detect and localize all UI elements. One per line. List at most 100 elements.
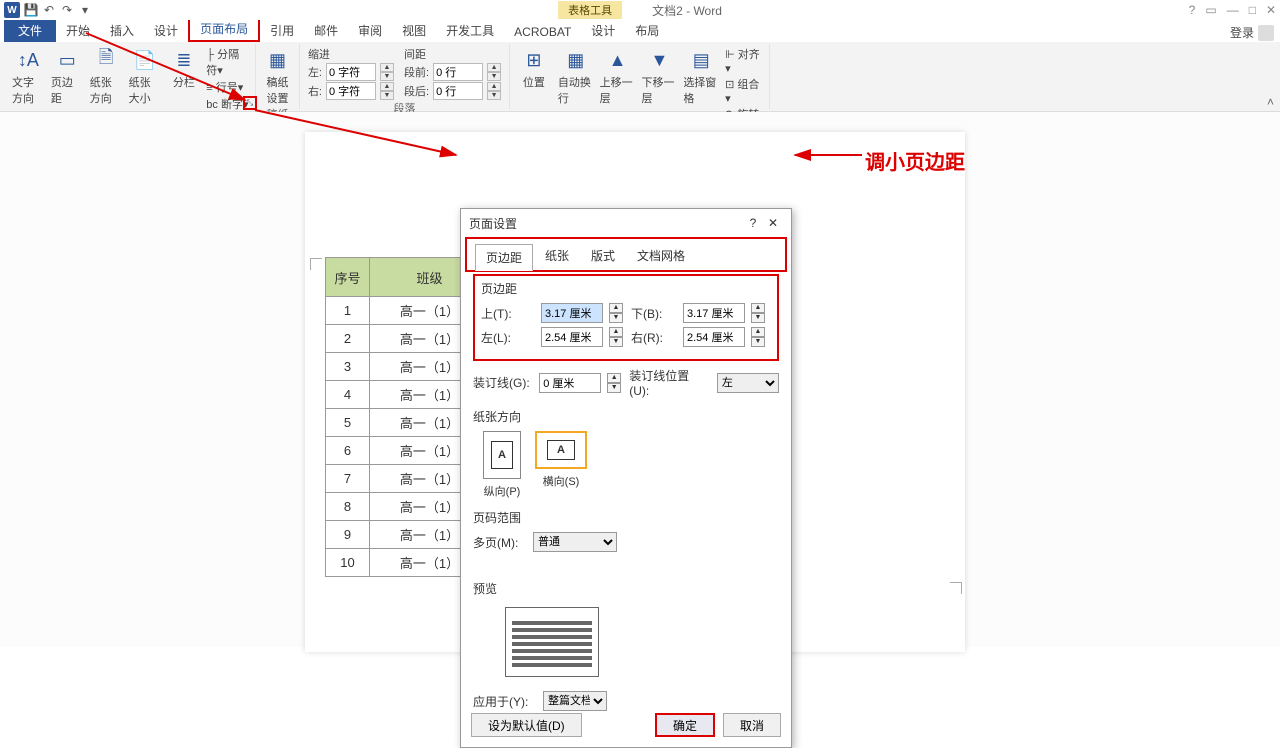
dialog-title: 页面设置: [469, 215, 517, 232]
spin-up-icon[interactable]: ▲: [487, 63, 501, 72]
minimize-icon[interactable]: —: [1227, 3, 1239, 17]
margin-left-label: 左(L):: [481, 329, 533, 346]
cell-seq: 8: [326, 493, 370, 521]
pages-select[interactable]: 普通: [533, 532, 617, 552]
qat-dropdown-icon[interactable]: ▾: [78, 3, 92, 17]
align-button[interactable]: ⊩ 对齐▾: [725, 46, 763, 75]
maximize-icon[interactable]: □: [1249, 3, 1256, 17]
spin-down-icon[interactable]: ▼: [487, 91, 501, 100]
annotation-text: 调小页边距: [865, 146, 965, 175]
breaks-button[interactable]: ├ 分隔符▾: [206, 46, 249, 78]
spin-down-icon[interactable]: ▼: [609, 337, 623, 347]
spin-down-icon[interactable]: ▼: [607, 383, 621, 393]
margins-section-title: 页边距: [481, 280, 771, 297]
spin-up-icon[interactable]: ▲: [487, 82, 501, 91]
text-direction-button[interactable]: ↕A文字方向: [12, 46, 45, 112]
orientation-portrait[interactable]: A 纵向(P): [483, 431, 521, 499]
spin-down-icon[interactable]: ▼: [609, 313, 623, 323]
cell-seq: 5: [326, 409, 370, 437]
login-area[interactable]: 登录: [1230, 24, 1274, 41]
collapse-ribbon-icon[interactable]: ˄: [1267, 95, 1274, 109]
help-icon[interactable]: ?: [1189, 3, 1196, 17]
cancel-button[interactable]: 取消: [723, 713, 781, 737]
spin-up-icon[interactable]: ▲: [380, 63, 394, 72]
indent-left-input[interactable]: [326, 63, 376, 81]
margin-left-input[interactable]: [541, 327, 603, 347]
contextual-tab-label: 表格工具: [558, 1, 622, 19]
tab-design[interactable]: 设计: [144, 19, 188, 42]
orientation-button[interactable]: 🗎纸张方向: [90, 46, 123, 112]
quick-access-toolbar: W 💾 ↶ ↷ ▾: [0, 2, 92, 18]
margin-right-input[interactable]: [683, 327, 745, 347]
margin-bottom-input[interactable]: [683, 303, 745, 323]
spin-down-icon[interactable]: ▼: [751, 337, 765, 347]
tab-table-design[interactable]: 设计: [581, 19, 625, 42]
tab-start[interactable]: 开始: [56, 19, 100, 42]
line-numbers-button[interactable]: ≡ 行号▾: [206, 79, 249, 95]
document-area: 序号班级治地理历史体育 1高一（1）2高一（1）3高一（1）4高一（1）5高一（…: [0, 112, 1280, 647]
orientation-title: 纸张方向: [473, 408, 779, 425]
crop-mark-icon: [310, 258, 322, 270]
margins-button[interactable]: ▭页边距: [51, 46, 84, 112]
ribbon-display-icon[interactable]: ▭: [1205, 3, 1216, 17]
spin-up-icon[interactable]: ▲: [751, 303, 765, 313]
columns-button[interactable]: ≣分栏: [167, 46, 200, 112]
undo-icon[interactable]: ↶: [42, 3, 56, 17]
word-icon: W: [4, 2, 20, 18]
tab-view[interactable]: 视图: [392, 19, 436, 42]
cell-seq: 7: [326, 465, 370, 493]
dialog-tab-grid[interactable]: 文档网格: [627, 243, 695, 270]
tab-file[interactable]: 文件: [4, 19, 56, 42]
tab-references[interactable]: 引用: [260, 19, 304, 42]
manuscript-button[interactable]: ▦稿纸 设置: [259, 46, 297, 106]
space-before-input[interactable]: [433, 63, 483, 81]
ok-button[interactable]: 确定: [655, 713, 715, 737]
space-after-input[interactable]: [433, 82, 483, 100]
tab-table-layout[interactable]: 布局: [625, 19, 669, 42]
margins-section: 页边距 上(T): ▲▼ 下(B): ▲▼ 左(L): ▲▼ 右(R): ▲▼: [473, 274, 779, 361]
login-label: 登录: [1230, 24, 1254, 41]
crop-mark-icon: [950, 582, 962, 594]
indent-right-input[interactable]: [326, 82, 376, 100]
group-button[interactable]: ⊡ 组合▾: [725, 76, 763, 105]
spin-up-icon[interactable]: ▲: [609, 303, 623, 313]
dialog-close-icon[interactable]: ✕: [763, 216, 783, 230]
gutter-pos-select[interactable]: 左: [717, 373, 779, 393]
tab-acrobat[interactable]: ACROBAT: [504, 22, 581, 42]
cell-seq: 6: [326, 437, 370, 465]
save-icon[interactable]: 💾: [24, 3, 38, 17]
window-controls: ? ▭ — □ ✕: [1189, 3, 1276, 17]
set-default-button[interactable]: 设为默认值(D): [471, 713, 582, 737]
spin-down-icon[interactable]: ▼: [751, 313, 765, 323]
dialog-tab-paper[interactable]: 纸张: [535, 243, 579, 270]
tab-developer[interactable]: 开发工具: [436, 19, 504, 42]
spin-up-icon[interactable]: ▲: [751, 327, 765, 337]
tab-insert[interactable]: 插入: [100, 19, 144, 42]
spin-down-icon[interactable]: ▼: [380, 72, 394, 81]
size-button[interactable]: 📄纸张大小: [129, 46, 162, 112]
avatar-icon: [1258, 25, 1274, 41]
spin-up-icon[interactable]: ▲: [380, 82, 394, 91]
margin-top-input[interactable]: [541, 303, 603, 323]
spin-up-icon[interactable]: ▲: [609, 327, 623, 337]
spin-down-icon[interactable]: ▼: [380, 91, 394, 100]
cell-seq: 9: [326, 521, 370, 549]
gutter-input[interactable]: [539, 373, 601, 393]
tab-review[interactable]: 审阅: [348, 19, 392, 42]
cell-seq: 1: [326, 297, 370, 325]
ribbon-tabs: 文件 开始 插入 设计 页面布局 引用 邮件 审阅 视图 开发工具 ACROBA…: [0, 20, 1280, 42]
ribbon-body: ↕A文字方向 ▭页边距 🗎纸张方向 📄纸张大小 ≣分栏 ├ 分隔符▾ ≡ 行号▾…: [0, 42, 1280, 112]
table-header: 序号: [326, 258, 370, 297]
dialog-tab-margins[interactable]: 页边距: [475, 244, 533, 271]
dialog-tab-layout[interactable]: 版式: [581, 243, 625, 270]
tab-mailings[interactable]: 邮件: [304, 19, 348, 42]
redo-icon[interactable]: ↷: [60, 3, 74, 17]
orientation-landscape[interactable]: A 横向(S): [535, 431, 587, 499]
close-icon[interactable]: ✕: [1266, 3, 1276, 17]
pages-label: 多页(M):: [473, 534, 525, 551]
dialog-help-icon[interactable]: ?: [743, 216, 763, 230]
cell-seq: 4: [326, 381, 370, 409]
spin-up-icon[interactable]: ▲: [607, 373, 621, 383]
page-setup-launcher[interactable]: ⤡: [243, 96, 257, 110]
spin-down-icon[interactable]: ▼: [487, 72, 501, 81]
